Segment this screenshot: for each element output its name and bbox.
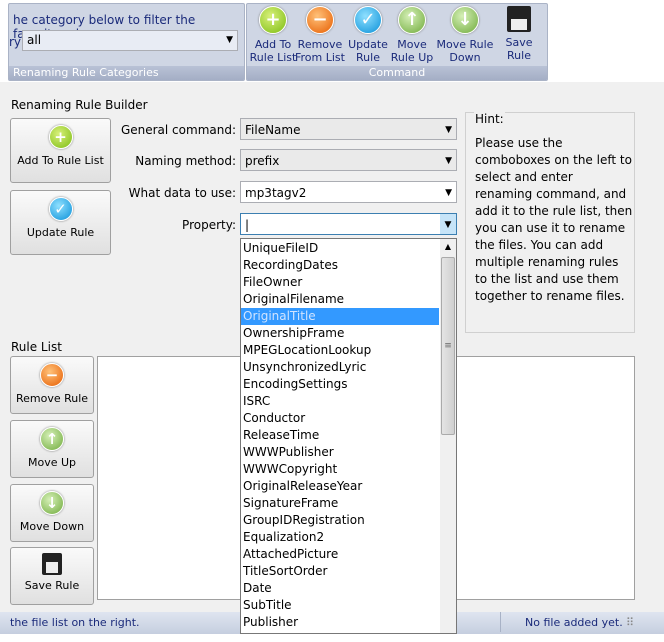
group-label: Command bbox=[247, 66, 547, 80]
categories-group: he category below to filter the favorite… bbox=[8, 3, 245, 81]
arrow-down-icon: ↓ bbox=[40, 491, 64, 515]
floppy-disk-icon bbox=[507, 6, 531, 32]
dropdown-item[interactable]: AttachedPicture bbox=[241, 546, 439, 563]
scrollbar[interactable]: ▲ ≡ bbox=[440, 239, 456, 633]
save-rule-ribbon-button[interactable]: Save Rule bbox=[494, 6, 544, 62]
chevron-down-icon: ▼ bbox=[226, 35, 233, 45]
move-rule-down-button[interactable]: ↓ Move Rule Down bbox=[435, 6, 495, 64]
plus-icon: + bbox=[48, 125, 73, 149]
remove-rule-button[interactable]: − Remove Rule bbox=[10, 356, 94, 414]
general-command-combo[interactable]: FileName ▼ bbox=[240, 118, 457, 140]
arrow-up-icon: ↑ bbox=[398, 6, 426, 34]
dropdown-item[interactable]: RecordingDates bbox=[241, 257, 439, 274]
check-icon: ✓ bbox=[354, 6, 382, 34]
property-input[interactable]: | ▼ bbox=[240, 213, 457, 235]
group-label: Renaming Rule Categories bbox=[9, 66, 244, 80]
dropdown-item[interactable]: WWWCopyright bbox=[241, 461, 439, 478]
naming-method-label: Naming method: bbox=[135, 154, 236, 168]
dropdown-item[interactable]: SignatureFrame bbox=[241, 495, 439, 512]
hint-box: Hint: Please use the comboboxes on the l… bbox=[465, 112, 635, 333]
dropdown-item[interactable]: OwnershipFrame bbox=[241, 325, 439, 342]
plus-icon: + bbox=[259, 6, 287, 34]
move-up-button[interactable]: ↑ Move Up bbox=[10, 420, 94, 478]
category-combo[interactable]: all ▼ bbox=[22, 30, 238, 51]
command-group: + Add To Rule List − Remove From List ✓ Upd… bbox=[246, 3, 548, 81]
scroll-thumb[interactable]: ≡ bbox=[441, 257, 455, 435]
property-label: Property: bbox=[182, 218, 236, 232]
dropdown-item[interactable]: ISRC bbox=[241, 393, 439, 410]
chevron-down-icon: ▼ bbox=[445, 156, 452, 166]
chevron-down-icon: ▼ bbox=[445, 188, 452, 198]
dropdown-item[interactable]: OriginalReleaseYear bbox=[241, 478, 439, 495]
dropdown-item[interactable]: Equalization2 bbox=[241, 529, 439, 546]
data-source-label: What data to use: bbox=[128, 186, 236, 200]
status-left-text: the file list on the right. bbox=[10, 616, 140, 629]
dropdown-item[interactable]: Date bbox=[241, 580, 439, 597]
dropdown-item[interactable]: OriginalFilename bbox=[241, 291, 439, 308]
chevron-down-icon: ▼ bbox=[445, 125, 452, 135]
data-source-combo[interactable]: mp3tagv2 ▼ bbox=[240, 181, 457, 203]
arrow-up-icon: ↑ bbox=[40, 427, 64, 451]
naming-method-combo[interactable]: prefix ▼ bbox=[240, 149, 457, 171]
general-command-label: General command: bbox=[120, 123, 236, 137]
minus-icon: − bbox=[306, 6, 334, 34]
save-rule-button[interactable]: Save Rule bbox=[10, 547, 94, 605]
dropdown-item[interactable]: GroupIDRegistration bbox=[241, 512, 439, 529]
move-down-button[interactable]: ↓ Move Down bbox=[10, 484, 94, 542]
chevron-down-icon[interactable]: ▼ bbox=[440, 214, 456, 234]
move-rule-up-button[interactable]: ↑ Move Rule Up bbox=[384, 6, 440, 64]
dropdown-item[interactable]: FileOwner bbox=[241, 274, 439, 291]
rule-list-title: Rule List bbox=[11, 340, 62, 354]
status-right-text: No file added yet. bbox=[525, 616, 623, 629]
dropdown-item[interactable]: OriginalTitle bbox=[241, 308, 439, 325]
dropdown-item[interactable]: Publisher bbox=[241, 614, 439, 631]
category-label: ry bbox=[9, 35, 22, 49]
dropdown-item[interactable]: WWWPublisher bbox=[241, 444, 439, 461]
minus-icon: − bbox=[40, 363, 64, 387]
ribbon: he category below to filter the favorite… bbox=[0, 0, 664, 82]
dropdown-item[interactable]: TitleSortOrder bbox=[241, 563, 439, 580]
builder-title: Renaming Rule Builder bbox=[11, 98, 148, 112]
dropdown-item[interactable]: SubTitle bbox=[241, 597, 439, 614]
dropdown-item[interactable]: UniqueFileID bbox=[241, 240, 439, 257]
arrow-down-icon: ↓ bbox=[451, 6, 479, 34]
scroll-up-icon[interactable]: ▲ bbox=[440, 239, 456, 255]
dropdown-item[interactable]: ReleaseTime bbox=[241, 427, 439, 444]
dropdown-item[interactable]: EncodingSettings bbox=[241, 376, 439, 393]
category-value: all bbox=[27, 33, 42, 47]
check-icon: ✓ bbox=[48, 197, 73, 221]
resize-grip-icon[interactable]: ⠿ bbox=[626, 612, 634, 634]
update-rule-button[interactable]: ✓ Update Rule bbox=[10, 190, 111, 255]
add-to-rule-list-button[interactable]: + Add To Rule List bbox=[10, 118, 111, 183]
floppy-disk-icon bbox=[42, 553, 62, 575]
dropdown-item[interactable]: UnsynchronizedLyric bbox=[241, 359, 439, 376]
property-dropdown-list: UniqueFileID RecordingDates FileOwner Origi… bbox=[240, 238, 457, 634]
dropdown-item[interactable]: Conductor bbox=[241, 410, 439, 427]
hint-text: Please use the comboboxes on the left to… bbox=[475, 136, 633, 303]
dropdown-item[interactable]: MPEGLocationLookup bbox=[241, 342, 439, 359]
hint-title: Hint: bbox=[474, 112, 505, 126]
